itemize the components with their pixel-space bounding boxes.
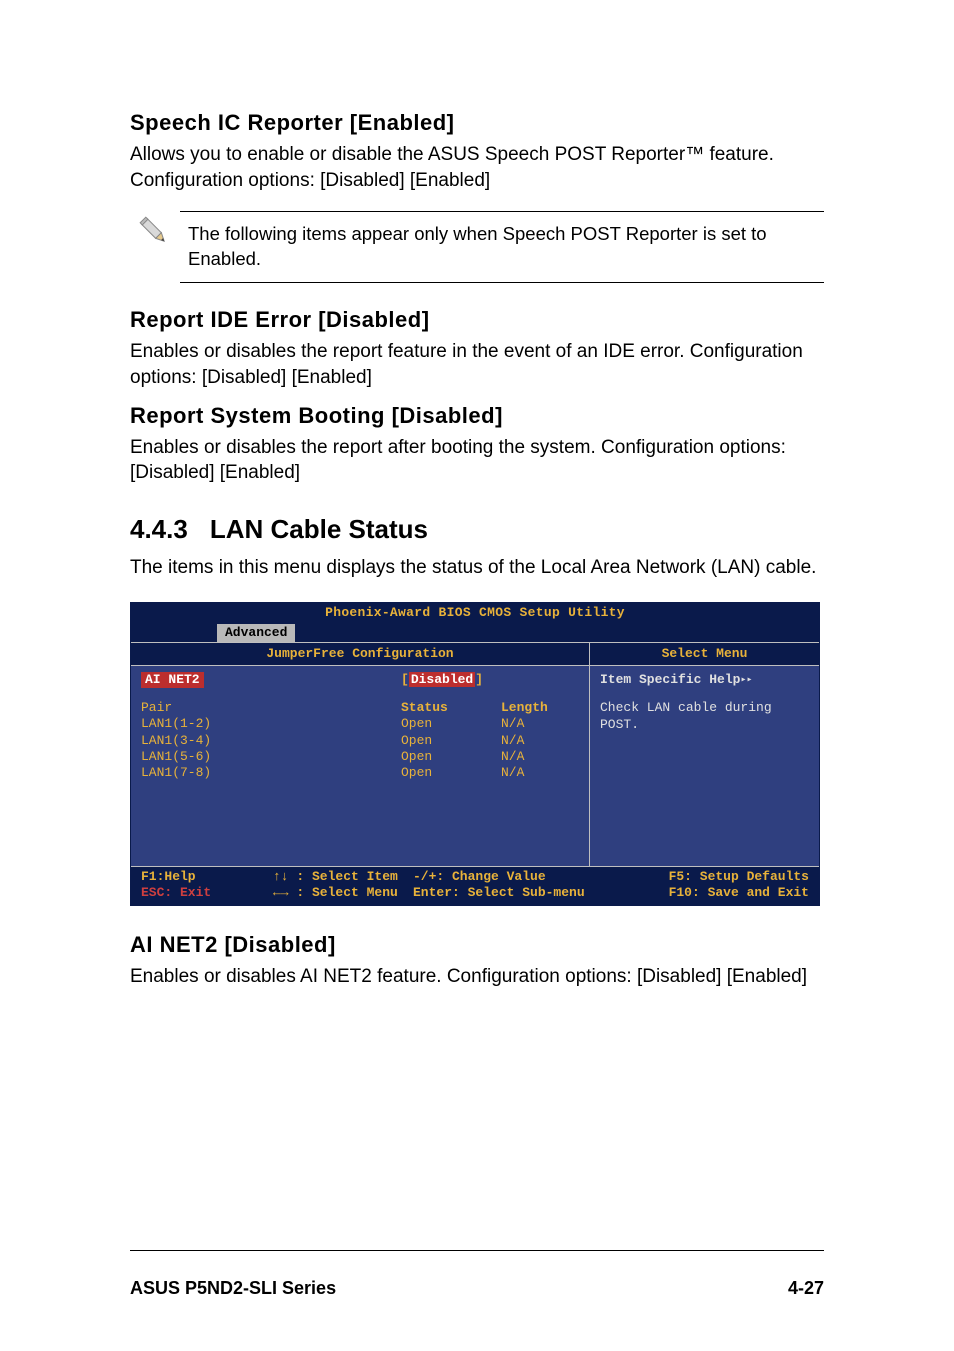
table-row: LAN1(7-8) Open N/A (141, 765, 579, 781)
table-row: LAN1(3-4) Open N/A (141, 733, 579, 749)
ai-net2-value[interactable]: [Disabled] (401, 672, 483, 690)
note-block: The following items appear only when Spe… (130, 211, 824, 283)
paragraph: The items in this menu displays the stat… (130, 555, 824, 581)
col-pair: Pair (141, 700, 401, 716)
bios-footer: F1:Help ↑↓ : Select Item -/+: Change Val… (131, 866, 819, 906)
page-footer: ASUS P5ND2-SLI Series 4-27 (130, 1252, 824, 1299)
hint-f10: F10: Save and Exit (613, 885, 809, 901)
bios-help-panel: Item Specific Help Check LAN cable durin… (589, 666, 819, 866)
hint-select-menu: ←→ : Select Menu (273, 885, 413, 901)
section-number: 4.4.3 (130, 514, 188, 544)
paragraph: Enables or disables the report after boo… (130, 435, 824, 486)
hint-change-value: -/+: Change Value (413, 869, 613, 885)
note-text: The following items appear only when Spe… (180, 211, 824, 283)
heading-lan-cable-status: 4.4.3 LAN Cable Status (130, 514, 824, 545)
pencil-icon (130, 211, 180, 249)
bios-tab-row: Advanced (131, 624, 819, 642)
bios-subheader: JumperFree Configuration Select Menu (131, 642, 819, 666)
col-length: Length (501, 700, 548, 716)
hint-esc: ESC: Exit (141, 885, 273, 901)
page-content: Speech IC Reporter [Enabled] Allows you … (0, 0, 954, 990)
heading-report-ide-error: Report IDE Error [Disabled] (130, 307, 824, 333)
hint-f5: F5: Setup Defaults (613, 869, 809, 885)
heading-speech-ic-reporter: Speech IC Reporter [Enabled] (130, 110, 824, 136)
hint-select-item: ↑↓ : Select Item (273, 869, 413, 885)
chevron-right-icon (740, 672, 752, 687)
paragraph: Allows you to enable or disable the ASUS… (130, 142, 824, 193)
hint-enter: Enter: Select Sub-menu (413, 885, 613, 901)
tab-advanced[interactable]: Advanced (217, 624, 295, 642)
footer-left: ASUS P5ND2-SLI Series (130, 1278, 336, 1299)
bios-title: Phoenix-Award BIOS CMOS Setup Utility (131, 603, 819, 623)
table-header-row: Pair Status Length (141, 700, 579, 716)
hint-f1: F1:Help (141, 869, 273, 885)
section-title: LAN Cable Status (210, 514, 428, 544)
heading-report-system-booting: Report System Booting [Disabled] (130, 403, 824, 429)
table-row: LAN1(1-2) Open N/A (141, 716, 579, 732)
heading-ai-net2: AI NET2 [Disabled] (130, 932, 824, 958)
footer-page-number: 4-27 (788, 1278, 824, 1299)
bios-main-panel: AI NET2 [Disabled] Pair Status Length LA… (131, 666, 589, 866)
bios-screenshot: Phoenix-Award BIOS CMOS Setup Utility Ad… (130, 602, 820, 906)
bios-right-header: Select Menu (589, 643, 819, 665)
help-header: Item Specific Help (600, 672, 809, 689)
footer-rule (130, 1250, 824, 1251)
bios-left-header: JumperFree Configuration (131, 643, 589, 665)
help-text: Check LAN cable during POST. (600, 700, 809, 733)
col-status: Status (401, 700, 501, 716)
ai-net2-item[interactable]: AI NET2 (141, 672, 204, 688)
paragraph: Enables or disables the report feature i… (130, 339, 824, 390)
table-row: LAN1(5-6) Open N/A (141, 749, 579, 765)
paragraph: Enables or disables AI NET2 feature. Con… (130, 964, 824, 990)
